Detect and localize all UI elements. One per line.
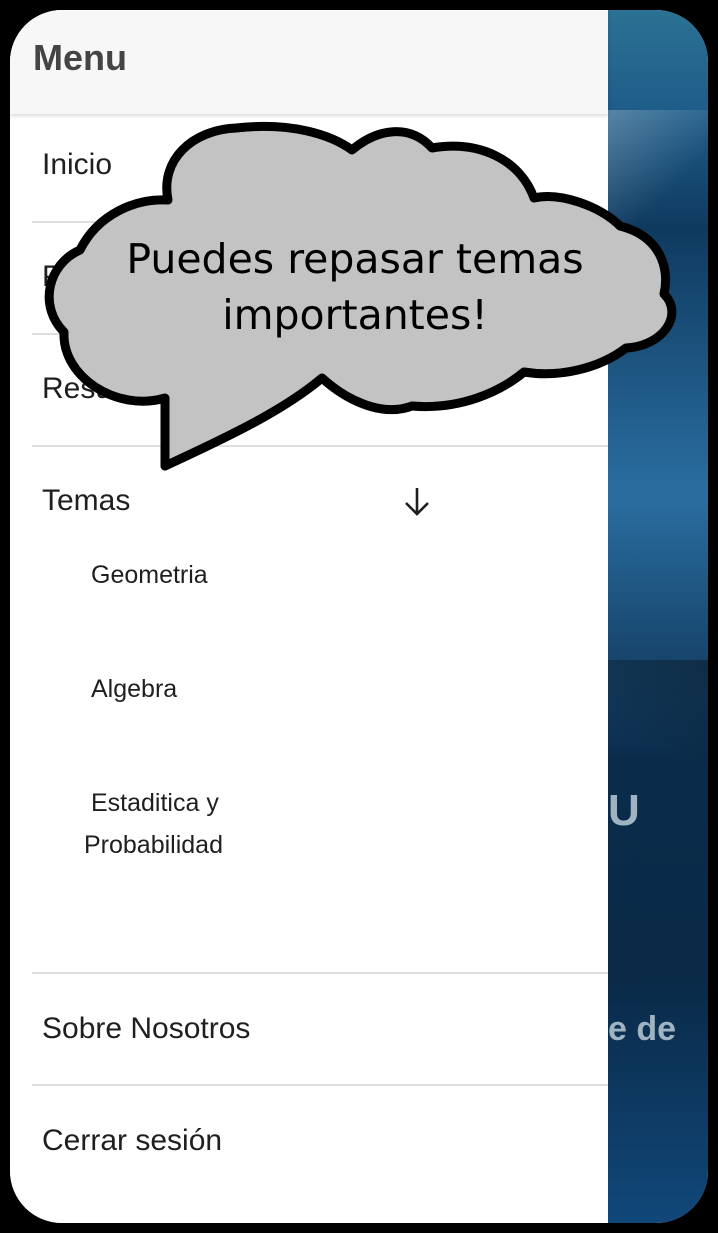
bubble-line: importantes! [222, 291, 488, 339]
banner-text: U [608, 786, 640, 835]
divider [32, 1084, 608, 1086]
bubble-line: Puedes repasar temas [126, 235, 584, 283]
divider [32, 221, 608, 223]
nav-item-p[interactable]: P [42, 260, 62, 294]
subitem-algebra[interactable]: Algebra [91, 668, 177, 710]
phone-screen: U e de Menu Inicio P Resultad Temas Geom… [10, 10, 708, 1223]
banner-stripe [608, 110, 708, 250]
navigation-drawer: Menu Inicio P Resultad Temas Geometria A… [10, 10, 608, 1223]
divider [32, 972, 608, 974]
nav-item-inicio[interactable]: Inicio [42, 148, 112, 182]
nav-item-temas[interactable]: Temas [42, 484, 130, 518]
drawer-title: Menu [33, 37, 127, 78]
drawer-header: Menu [10, 10, 608, 114]
bubble-text: Puedes repasar temas importantes! [95, 231, 615, 343]
nav-item-resultados[interactable]: Resultad [42, 372, 160, 406]
subitem-estadistica-line1[interactable]: Estaditica y [91, 782, 219, 824]
banner-text: e de [608, 1010, 677, 1048]
nav-item-sobre-nosotros[interactable]: Sobre Nosotros [42, 1012, 250, 1046]
subitem-estadistica-line2[interactable]: Probabilidad [84, 824, 223, 866]
banner-stripe [608, 660, 708, 780]
nav-item-cerrar-sesion[interactable]: Cerrar sesión [42, 1124, 222, 1158]
subitem-geometria[interactable]: Geometria [91, 554, 208, 596]
divider [32, 445, 608, 447]
arrow-down-icon[interactable] [402, 484, 432, 520]
